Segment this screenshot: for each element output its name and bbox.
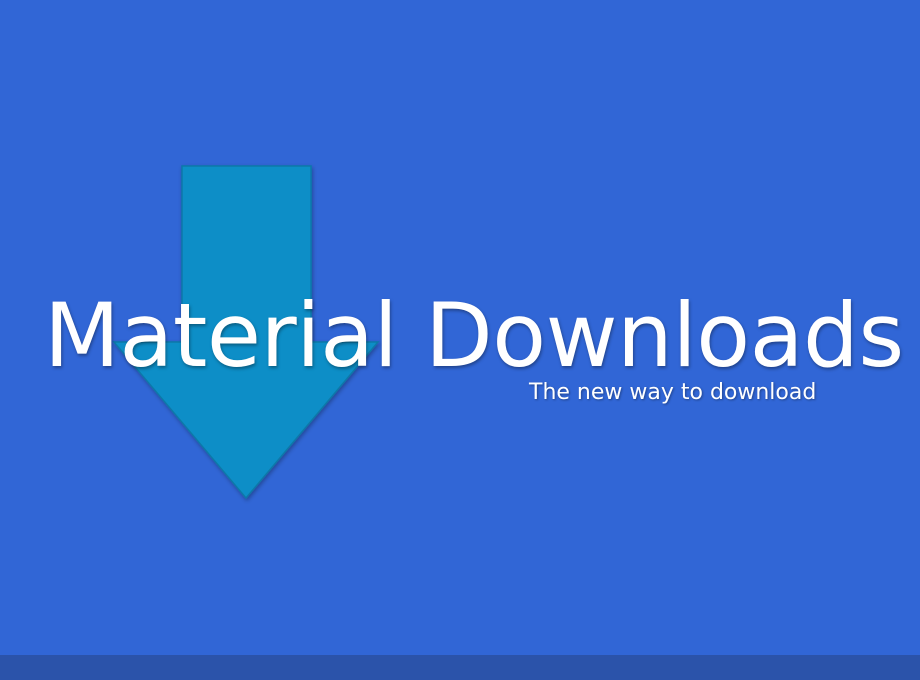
app-title: Material Downloads [44, 284, 904, 387]
bottom-bar [0, 655, 920, 680]
app-tagline: The new way to download [529, 380, 817, 405]
